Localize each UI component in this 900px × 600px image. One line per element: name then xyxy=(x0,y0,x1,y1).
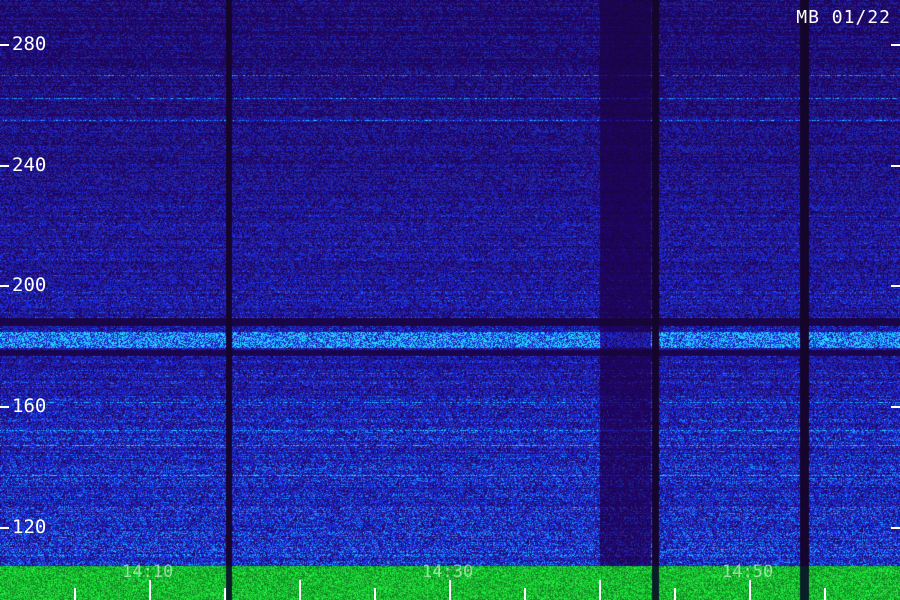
spectrogram-plot xyxy=(0,0,900,600)
